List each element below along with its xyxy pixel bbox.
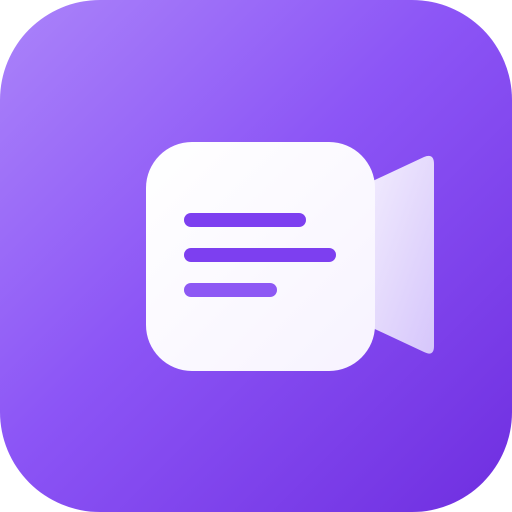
icon-stage [0,0,512,512]
video-notes-app-icon[interactable] [0,0,512,512]
